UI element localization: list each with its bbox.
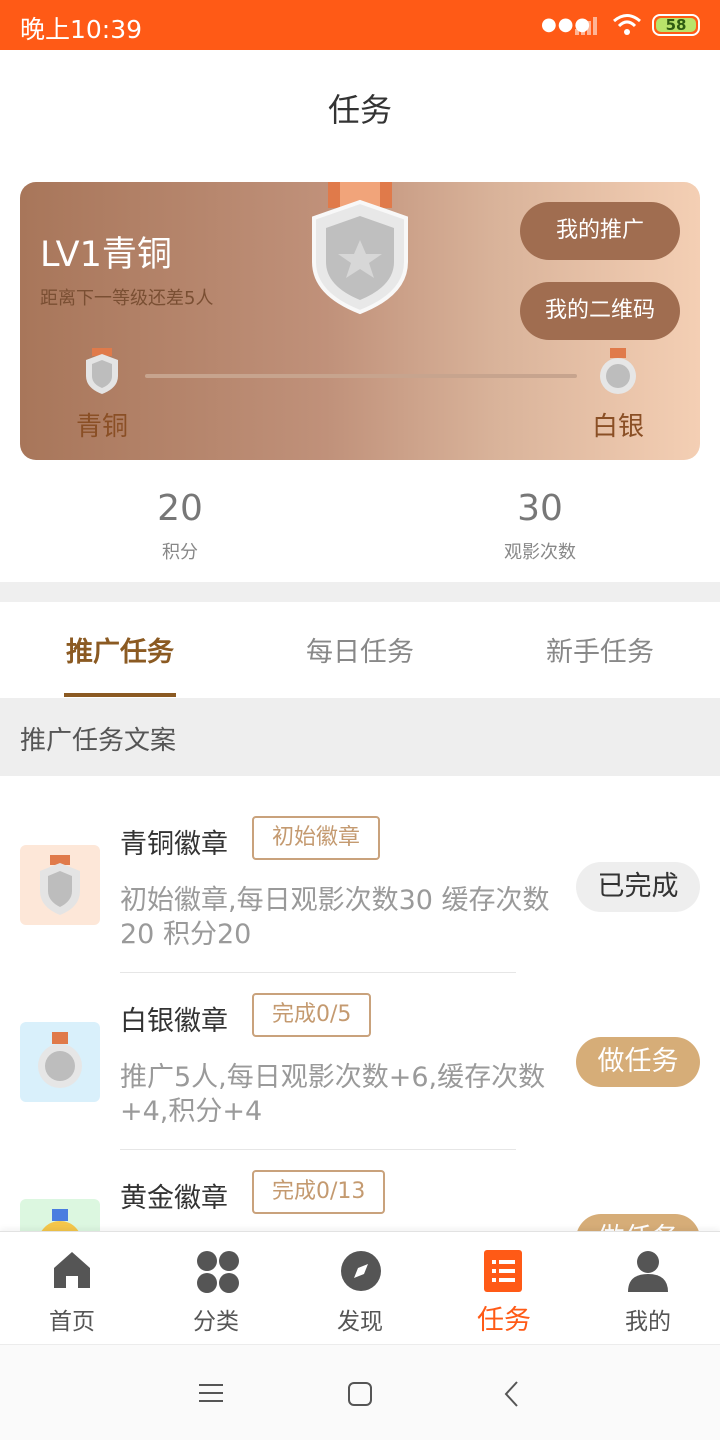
bronze-badge-small-icon: [86, 348, 118, 394]
system-nav-bar: [0, 1344, 720, 1440]
level-title: LV1青铜: [40, 235, 172, 275]
nav-label: 我的: [625, 1309, 671, 1335]
category-icon: [197, 1251, 239, 1293]
nav-label: 分类: [193, 1309, 239, 1335]
wifi-icon: [613, 14, 641, 35]
silver-badge-icon: [20, 1022, 100, 1102]
home-icon: [54, 1252, 90, 1288]
status-bar: 晚上10:39 ●●● 58: [0, 0, 720, 50]
bronze-medal-icon: [312, 182, 408, 315]
task-tag: 初始徽章: [252, 816, 381, 860]
nav-home[interactable]: 首页: [0, 1232, 144, 1345]
task-description: 推广5人,每日观影次数+6,缓存次数+4,积分+4: [120, 1062, 546, 1127]
my-promotion-button[interactable]: 我的推广: [520, 202, 680, 260]
task-description: 初始徽章,每日观影次数30 缓存次数20 积分20: [120, 885, 550, 950]
tab-promotion[interactable]: 推广任务: [0, 630, 240, 669]
tab-active-indicator: [64, 693, 176, 697]
compass-icon: [341, 1251, 381, 1291]
next-level-label: 白银: [592, 412, 645, 442]
tab-newbie[interactable]: 新手任务: [480, 630, 720, 669]
back-icon[interactable]: [502, 1380, 520, 1408]
nav-task[interactable]: 任务: [432, 1232, 576, 1345]
views-label: 观影次数: [504, 542, 576, 563]
nav-label: 首页: [49, 1309, 95, 1335]
views-value: 30: [517, 488, 563, 529]
task-tag: 完成0/5: [252, 993, 372, 1037]
divider: [120, 1149, 516, 1150]
points-value: 20: [157, 488, 203, 529]
menu-icon[interactable]: [199, 1382, 223, 1404]
level-card: LV1青铜 距离下一等级还差5人 我的推广 我的二维码 青铜 白银: [20, 182, 700, 460]
level-distance-text: 距离下一等级还差5人: [40, 288, 214, 309]
section-title: 推广任务文案: [20, 726, 177, 756]
signal-icon: [575, 17, 597, 35]
divider: [120, 972, 516, 973]
battery-icon: 58: [652, 14, 700, 36]
section-gap: [0, 582, 720, 602]
do-task-button[interactable]: 做任务: [576, 1037, 700, 1087]
user-icon: [628, 1251, 668, 1292]
page-title: 任务: [327, 91, 392, 129]
nav-label: 发现: [337, 1309, 383, 1335]
task-tag: 完成0/13: [252, 1170, 386, 1214]
nav-category[interactable]: 分类: [144, 1232, 288, 1345]
task-name: 黄金徽章: [120, 1183, 228, 1214]
task-completed-button[interactable]: 已完成: [576, 862, 700, 912]
current-level-label: 青铜: [76, 412, 129, 442]
level-progress-bar: [145, 374, 577, 378]
nav-discover[interactable]: 发现: [288, 1232, 432, 1345]
points-label: 积分: [162, 542, 198, 563]
task-name: 白银徽章: [120, 1006, 228, 1037]
tab-daily[interactable]: 每日任务: [240, 630, 480, 669]
bottom-nav: 首页 分类 发现 任务 我的: [0, 1231, 720, 1344]
section-header: 推广任务文案: [0, 698, 720, 776]
task-list-icon: [484, 1250, 522, 1292]
nav-label: 任务: [477, 1305, 531, 1336]
status-time: 晚上10:39: [20, 15, 143, 44]
battery-level: 58: [665, 16, 687, 34]
bronze-badge-icon: [20, 845, 100, 925]
silver-badge-small-icon: [600, 348, 636, 394]
task-name: 青铜徽章: [120, 829, 228, 860]
home-square-icon[interactable]: [347, 1381, 373, 1407]
my-qrcode-button[interactable]: 我的二维码: [520, 282, 680, 340]
nav-profile[interactable]: 我的: [576, 1232, 720, 1345]
